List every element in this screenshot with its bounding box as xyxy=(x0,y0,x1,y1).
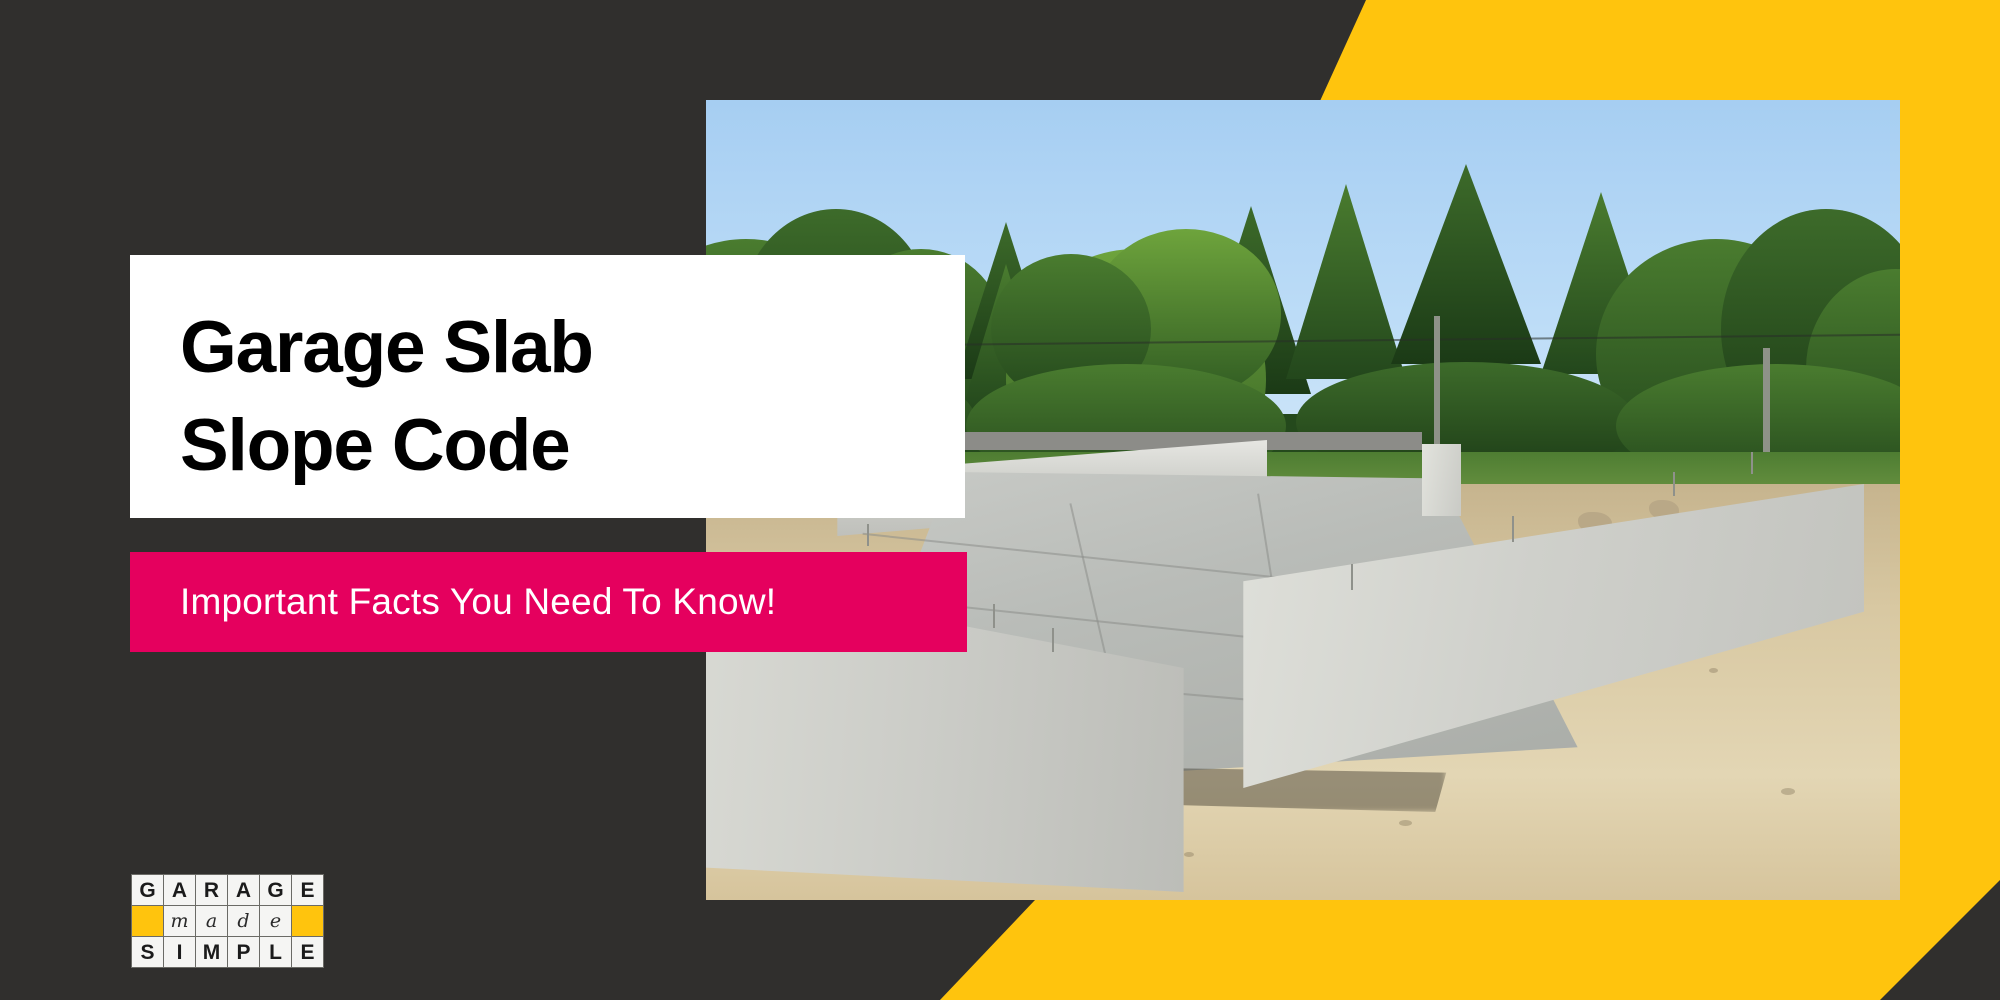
brand-logo[interactable]: G A R A G E m a d e S I M P L E xyxy=(131,874,324,968)
anchor-bolt xyxy=(1673,472,1676,496)
logo-tile: A xyxy=(228,875,259,905)
logo-tile: E xyxy=(292,937,323,967)
subtitle-text: Important Facts You Need To Know! xyxy=(180,581,777,622)
promo-banner: Garage Slab Slope Code Important Facts Y… xyxy=(0,0,2000,1000)
logo-row-garage: G A R A G E xyxy=(132,875,323,905)
subtitle-bar: Important Facts You Need To Know! xyxy=(130,552,967,652)
logo-tile: m xyxy=(164,906,195,936)
anchor-bolt xyxy=(1511,516,1514,542)
anchor-bolt xyxy=(1350,564,1353,590)
page-title-line-1: Garage Slab xyxy=(180,307,594,388)
logo-tile: G xyxy=(260,875,291,905)
logo-tile: P xyxy=(228,937,259,967)
logo-tile: I xyxy=(164,937,195,967)
logo-tile: R xyxy=(196,875,227,905)
gravel-speck xyxy=(1398,820,1412,826)
logo-row-made: m a d e xyxy=(132,906,323,936)
gravel-speck xyxy=(1183,852,1194,857)
logo-tile: A xyxy=(164,875,195,905)
yellow-accent-bottom xyxy=(940,900,2000,1000)
logo-tile-accent xyxy=(132,906,163,936)
logo-tile: S xyxy=(132,937,163,967)
page-title-line-2: Slope Code xyxy=(180,405,571,486)
anchor-bolt xyxy=(1750,452,1753,474)
yellow-accent-right-edge xyxy=(1899,101,2000,901)
logo-tile: d xyxy=(228,906,259,936)
title-card: Garage Slab Slope Code xyxy=(130,255,965,518)
logo-tile: a xyxy=(196,906,227,936)
anchor-bolt xyxy=(992,604,995,628)
anchor-bolt xyxy=(867,524,870,546)
logo-tile: L xyxy=(260,937,291,967)
gravel-speck xyxy=(1708,668,1718,673)
anchor-bolt xyxy=(1052,628,1055,652)
gravel-speck xyxy=(1780,788,1795,795)
logo-tile: e xyxy=(260,906,291,936)
logo-tile: M xyxy=(196,937,227,967)
yellow-accent-top-right xyxy=(1320,0,2000,101)
logo-row-simple: S I M P L E xyxy=(132,937,323,967)
concrete-pier xyxy=(1422,444,1461,516)
logo-tile: E xyxy=(292,875,323,905)
logo-tile-accent xyxy=(292,906,323,936)
logo-tile: G xyxy=(132,875,163,905)
